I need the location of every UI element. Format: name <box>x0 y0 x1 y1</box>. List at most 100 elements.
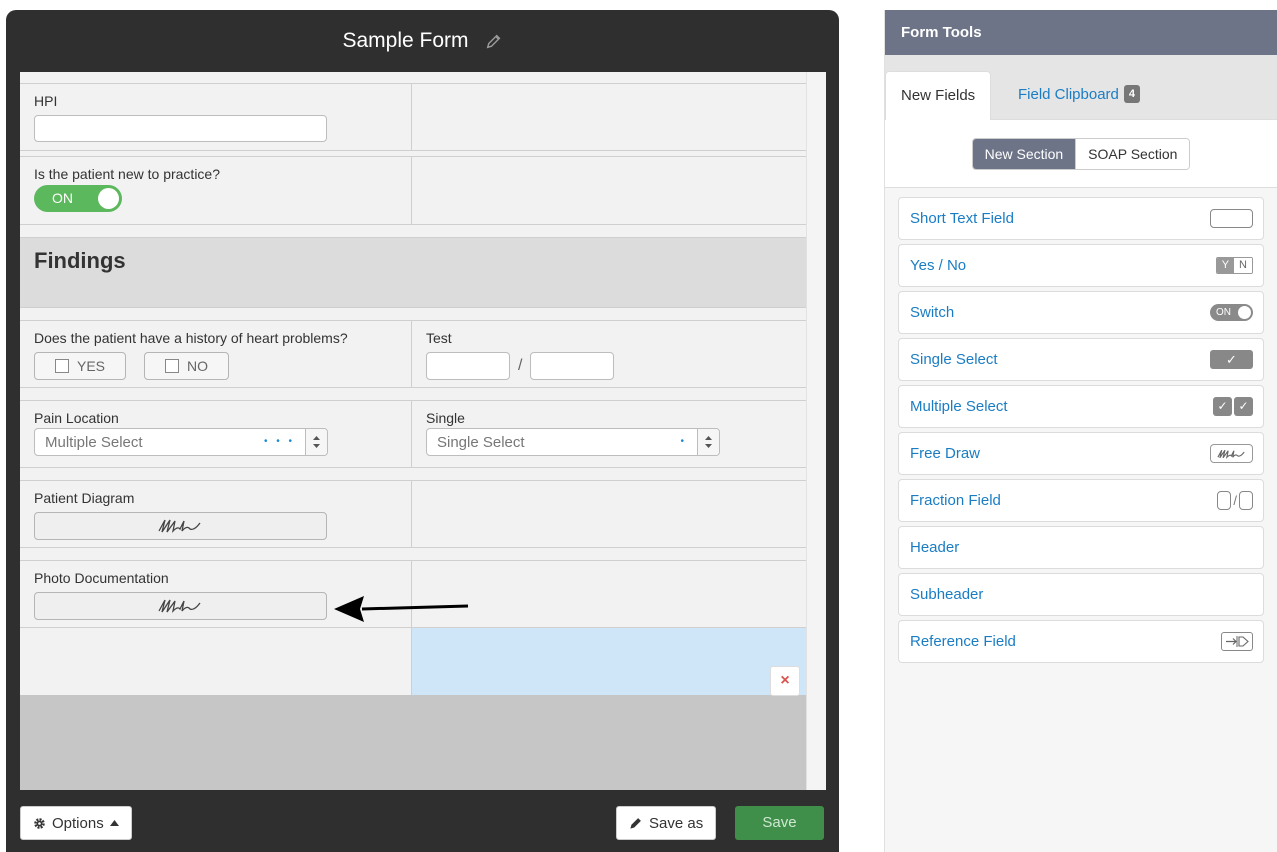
hpi-label: HPI <box>34 93 58 109</box>
double-check-icon: ✓ ✓ <box>1213 397 1253 416</box>
tools-tabs: New Fields Field Clipboard 4 <box>885 55 1277 120</box>
selected-field-cell[interactable]: × <box>412 628 806 696</box>
form-footer: Options Save as Save <box>20 806 826 842</box>
field-type-header[interactable]: Header <box>898 526 1264 569</box>
form-scrollbar[interactable] <box>806 72 826 790</box>
options-button[interactable]: Options <box>20 806 132 840</box>
no-button[interactable]: NO <box>144 352 230 380</box>
numerator-input[interactable] <box>426 352 510 380</box>
row-divider <box>20 72 806 84</box>
free-draw-button[interactable] <box>34 512 327 540</box>
yes-no-icon: YN <box>1215 257 1253 274</box>
field-type-label: Subheader <box>910 586 984 603</box>
heart-history-label: Does the patient have a history of heart… <box>34 330 348 346</box>
form-row-empty: × <box>20 628 806 696</box>
edit-title-pencil-icon[interactable] <box>485 32 503 50</box>
annotation-arrow-left-icon <box>334 596 469 622</box>
patient-diagram-label: Patient Diagram <box>34 490 135 506</box>
scribble-icon <box>157 599 201 613</box>
caret-up-icon <box>109 820 119 826</box>
field-type-fraction[interactable]: Fraction Field / <box>898 479 1264 522</box>
field-type-label: Header <box>910 539 960 556</box>
field-type-label: Reference Field <box>910 633 1016 650</box>
denominator-input[interactable] <box>530 352 615 380</box>
pain-location-select[interactable]: Multiple Select • • • <box>34 428 328 456</box>
row-divider <box>20 548 806 561</box>
empty-field-cell[interactable] <box>412 561 806 627</box>
field-cell-heart-history[interactable]: Does the patient have a history of heart… <box>20 321 412 387</box>
checkbox-icon <box>55 359 69 373</box>
reference-icon <box>1221 632 1253 651</box>
field-type-label: Switch <box>910 304 955 321</box>
select-spinner-icon <box>697 429 719 455</box>
fraction-separator: / <box>518 357 523 374</box>
field-cell-test[interactable]: Test / <box>412 321 806 387</box>
form-row-hpi: HPI <box>20 84 806 151</box>
form-tools-title: Form Tools <box>885 10 1277 55</box>
fraction-icon: / <box>1217 491 1253 510</box>
free-draw-button[interactable] <box>34 592 327 620</box>
save-button[interactable]: Save <box>735 806 824 840</box>
save-as-button[interactable]: Save as <box>616 806 717 840</box>
empty-field-cell[interactable] <box>412 84 806 150</box>
form-editor-window: Sample Form HPI Is the patient new to pr… <box>6 10 839 852</box>
gear-icon <box>34 817 45 829</box>
field-type-yes-no[interactable]: Yes / No YN <box>898 244 1264 287</box>
delete-icon[interactable]: × <box>770 666 800 696</box>
field-type-short-text[interactable]: Short Text Field <box>898 197 1264 240</box>
field-cell-patient-diagram[interactable]: Patient Diagram <box>20 481 412 547</box>
form-tools-panel: Form Tools New Fields Field Clipboard 4 N… <box>884 10 1277 852</box>
form-title: Sample Form <box>342 29 469 52</box>
photo-documentation-label: Photo Documentation <box>34 570 169 586</box>
tab-field-clipboard[interactable]: Field Clipboard 4 <box>1003 71 1155 120</box>
single-select[interactable]: Single Select • <box>426 428 720 456</box>
select-spinner-icon <box>305 429 327 455</box>
field-cell-single[interactable]: Single Single Select • <box>412 401 806 467</box>
scribble-icon <box>157 519 201 533</box>
findings-section-header[interactable]: Findings <box>20 238 806 308</box>
field-type-switch[interactable]: Switch ON <box>898 291 1264 334</box>
no-label: NO <box>187 358 209 374</box>
fraction-field: / <box>426 352 792 380</box>
form-rows: HPI Is the patient new to practice? ON F… <box>20 72 806 790</box>
section-segmented-control: New Section SOAP Section <box>971 137 1191 170</box>
row-divider <box>20 388 806 401</box>
empty-field-cell[interactable] <box>412 481 806 547</box>
new-patient-label: Is the patient new to practice? <box>34 166 220 182</box>
form-canvas: HPI Is the patient new to practice? ON F… <box>20 72 826 790</box>
new-field-list: Short Text Field Yes / No YN Switch ON S… <box>885 188 1277 663</box>
field-type-label: Yes / No <box>910 257 967 274</box>
form-row-heart-test: Does the patient have a history of heart… <box>20 321 806 388</box>
tab-new-fields[interactable]: New Fields <box>885 71 992 120</box>
pencil-icon <box>630 818 641 829</box>
row-divider <box>20 225 806 238</box>
field-type-multiple-select[interactable]: Multiple Select ✓ ✓ <box>898 385 1264 428</box>
empty-field-cell[interactable] <box>412 157 806 224</box>
field-type-label: Short Text Field <box>910 210 1014 227</box>
field-type-label: Multiple Select <box>910 398 1008 415</box>
field-type-subheader[interactable]: Subheader <box>898 573 1264 616</box>
yes-label: YES <box>77 358 106 374</box>
field-type-single-select[interactable]: Single Select ✓ <box>898 338 1264 381</box>
yes-no-group: YES NO <box>34 352 397 380</box>
new-section-button[interactable]: New Section <box>972 138 1076 169</box>
field-type-free-draw[interactable]: Free Draw <box>898 432 1264 475</box>
field-type-reference[interactable]: Reference Field <box>898 620 1264 663</box>
yes-button[interactable]: YES <box>34 352 127 380</box>
soap-section-button[interactable]: SOAP Section <box>1075 138 1190 169</box>
select-value: Multiple Select <box>45 433 143 451</box>
hpi-text-input[interactable] <box>34 115 327 142</box>
field-type-label: Single Select <box>910 351 998 368</box>
check-icon: ✓ <box>1210 350 1253 369</box>
field-cell-new-patient[interactable]: Is the patient new to practice? ON <box>20 157 412 224</box>
new-patient-switch[interactable]: ON <box>34 185 122 212</box>
multi-select-dots-icon: • • • <box>263 436 295 447</box>
field-cell-hpi[interactable]: HPI <box>20 84 412 150</box>
scribble-icon <box>1210 444 1253 463</box>
test-label: Test <box>426 330 452 346</box>
clipboard-count-badge: 4 <box>1123 85 1141 103</box>
field-cell-pain-location[interactable]: Pain Location Multiple Select • • • <box>20 401 412 467</box>
pain-location-label: Pain Location <box>34 410 119 426</box>
form-title-bar: Sample Form <box>6 10 839 72</box>
empty-field-cell[interactable] <box>20 628 412 695</box>
